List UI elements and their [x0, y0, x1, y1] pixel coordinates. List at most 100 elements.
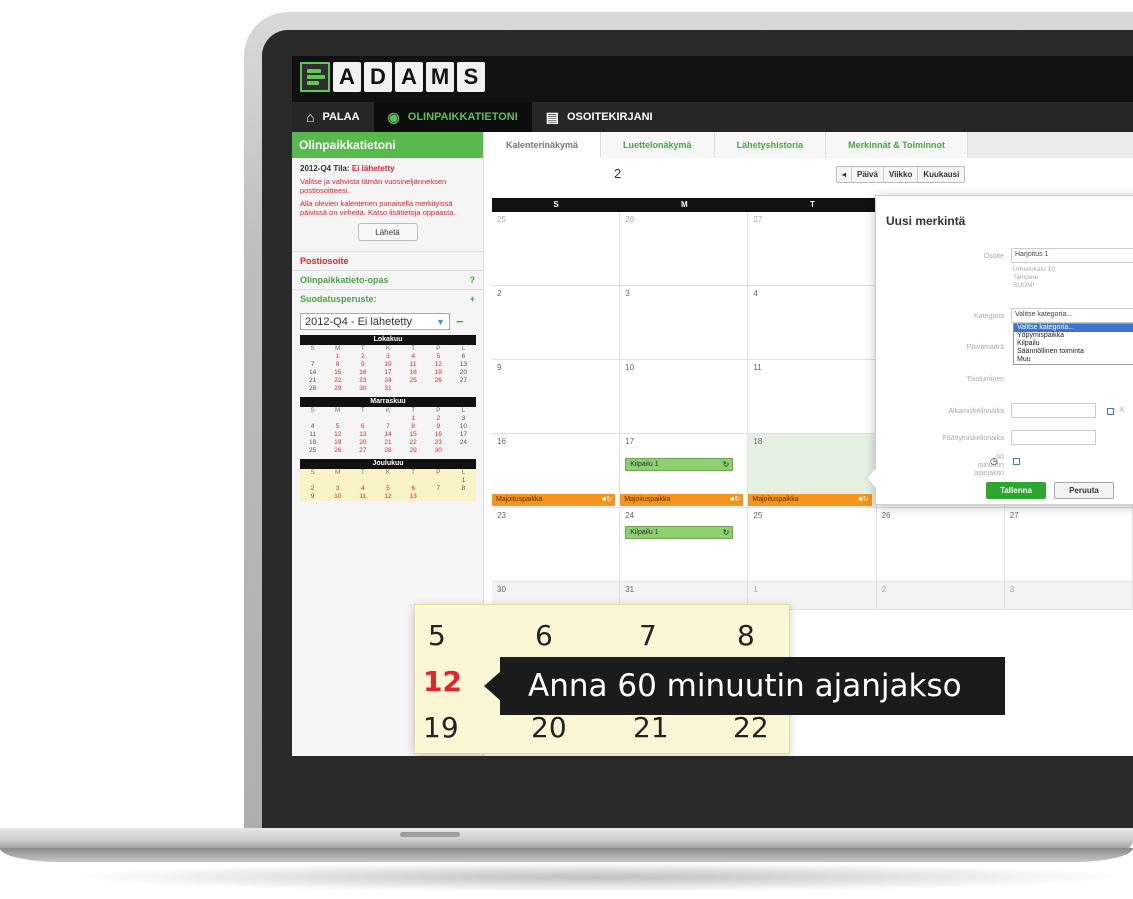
dropdown-option[interactable]: Valitse kategoria... — [1014, 324, 1133, 332]
mini-day[interactable]: 9 — [426, 423, 451, 431]
mini-day[interactable]: 27 — [451, 377, 476, 385]
refresh-icon[interactable]: ↻ — [723, 460, 730, 469]
mini-day[interactable]: 11 — [401, 361, 426, 369]
sidebar-item-postal-address[interactable]: Postiosoite — [292, 251, 483, 270]
mini-day[interactable]: 25 — [300, 447, 325, 455]
mini-day[interactable]: 1 — [401, 415, 426, 423]
mini-day[interactable]: 7 — [426, 485, 451, 493]
calendar-day-cell[interactable]: 16 Majoituspaikka ■↻ — [492, 434, 621, 507]
minus-icon[interactable]: − — [456, 314, 464, 329]
mini-day[interactable]: 11 — [350, 493, 375, 501]
mini-day[interactable]: 17 — [451, 431, 476, 439]
mini-day[interactable]: 4 — [350, 485, 375, 493]
end-time-field[interactable] — [1011, 430, 1096, 445]
competition-event[interactable]: Kilpailu 1 ↻ — [625, 458, 734, 471]
calendar-day-cell[interactable]: 27 — [748, 212, 877, 285]
mini-day[interactable]: 12 — [325, 431, 350, 439]
mini-day[interactable]: 6 — [451, 353, 476, 361]
sixty-minute-checkbox[interactable] — [1013, 458, 1020, 465]
mini-day[interactable]: 1 — [451, 477, 476, 485]
mini-day[interactable]: 19 — [325, 439, 350, 447]
mini-day[interactable]: 6 — [350, 423, 375, 431]
nav-item-palaa[interactable]: ⌂ PALAA — [292, 102, 374, 132]
mini-day[interactable]: 18 — [300, 439, 325, 447]
calendar-day-cell[interactable]: 11 — [748, 360, 877, 433]
mini-day[interactable]: 14 — [300, 369, 325, 377]
mini-day[interactable]: 13 — [350, 431, 375, 439]
mini-day[interactable]: 21 — [375, 439, 400, 447]
accommodation-event[interactable]: Majoituspaikka ■↻ — [492, 494, 616, 506]
mini-day[interactable]: 30 — [350, 385, 375, 393]
address-field[interactable]: Harjoitus 1 — [1011, 248, 1133, 263]
bed-refresh-icon[interactable]: ■↻ — [730, 495, 740, 503]
mini-day[interactable]: 7 — [375, 423, 400, 431]
mini-day[interactable]: 18 — [401, 369, 426, 377]
mini-day[interactable]: 25 — [401, 377, 426, 385]
mini-day[interactable]: 17 — [375, 369, 400, 377]
dropdown-option[interactable]: Kilpailu — [1014, 340, 1133, 348]
calendar-day-cell[interactable]: 26 — [620, 212, 749, 285]
mini-day[interactable]: 2 — [300, 485, 325, 493]
calendar-day-cell[interactable]: 23 — [492, 508, 621, 581]
accommodation-event[interactable]: Majoituspaikka ■↻ — [620, 494, 744, 506]
competition-event[interactable]: Kilpailu 1 ↻ — [625, 526, 734, 539]
send-button[interactable]: Lähetä — [357, 223, 418, 241]
mini-day[interactable]: 4 — [401, 353, 426, 361]
mini-day[interactable]: 31 — [375, 385, 400, 393]
mini-day[interactable]: 21 — [300, 377, 325, 385]
mini-day[interactable]: 9 — [300, 493, 325, 501]
calendar-day-cell[interactable]: 25 — [492, 212, 621, 285]
mini-day[interactable]: 10 — [375, 361, 400, 369]
mini-day[interactable]: 24 — [375, 377, 400, 385]
mini-day[interactable]: 3 — [375, 353, 400, 361]
allday-checkbox[interactable] — [1107, 408, 1114, 415]
mini-day[interactable]: 15 — [325, 369, 350, 377]
mini-day[interactable]: 22 — [325, 377, 350, 385]
calendar-day-cell[interactable]: 9 — [492, 360, 621, 433]
calendar-day-cell[interactable]: 18 Majoituspaikka ■↻ — [748, 434, 877, 507]
mini-day[interactable]: 28 — [375, 447, 400, 455]
filter-select[interactable]: 2012-Q4 - Ei lähetetty ▼ — [300, 313, 450, 330]
mini-day[interactable]: 26 — [426, 377, 451, 385]
mini-day[interactable]: 8 — [401, 423, 426, 431]
mini-day[interactable]: 14 — [375, 431, 400, 439]
month-view-button[interactable]: Kuukausi — [918, 167, 964, 182]
mini-day[interactable]: 15 — [401, 431, 426, 439]
calendar-day-cell[interactable]: 3 — [620, 286, 749, 359]
mini-day[interactable]: 23 — [350, 377, 375, 385]
mini-day[interactable]: 12 — [375, 493, 400, 501]
mini-day[interactable]: 19 — [426, 369, 451, 377]
week-view-button[interactable]: Viikko — [884, 167, 919, 182]
calendar-day-cell[interactable]: 10 — [620, 360, 749, 433]
cancel-button[interactable]: Peruuta — [1054, 482, 1114, 499]
mini-day[interactable]: 23 — [426, 439, 451, 447]
day-view-button[interactable]: Päivä — [852, 167, 884, 182]
tab-send-history[interactable]: Lähetyshistoria — [714, 132, 827, 158]
tab-entries-actions[interactable]: Merkinnät & Toiminnot — [826, 132, 968, 158]
sidebar-item-filter[interactable]: Suodatusperuste: + — [292, 289, 483, 308]
mini-day[interactable]: 6 — [401, 485, 426, 493]
dropdown-option[interactable]: Muu — [1014, 356, 1133, 364]
mini-day[interactable]: 4 — [300, 423, 325, 431]
calendar-day-cell[interactable]: 27 — [1005, 508, 1133, 581]
tab-list-view[interactable]: Luettelonäkymä — [601, 132, 715, 158]
start-time-field[interactable] — [1011, 403, 1096, 418]
mini-day[interactable]: 30 — [426, 447, 451, 455]
mini-day[interactable]: 5 — [375, 485, 400, 493]
mini-day[interactable]: 8 — [325, 361, 350, 369]
mini-day[interactable]: 3 — [451, 415, 476, 423]
mini-day[interactable]: 22 — [401, 439, 426, 447]
refresh-icon[interactable]: ↻ — [723, 528, 730, 537]
category-select[interactable]: Valitse kategoria... — [1011, 308, 1133, 323]
mini-day[interactable]: 24 — [451, 439, 476, 447]
mini-day[interactable]: 28 — [300, 385, 325, 393]
mini-day[interactable]: 12 — [426, 361, 451, 369]
nav-item-osoitekirjani[interactable]: ▤ OSOITEKIRJANI — [532, 102, 667, 132]
mini-day[interactable]: 13 — [401, 493, 426, 501]
prev-icon[interactable]: ◂ — [837, 167, 853, 182]
mini-day[interactable]: 10 — [451, 423, 476, 431]
calendar-day-cell[interactable]: 17 Kilpailu 1 ↻ Majoituspaikka ■↻ — [620, 434, 749, 507]
mini-day[interactable]: 26 — [325, 447, 350, 455]
mini-day[interactable]: 16 — [426, 431, 451, 439]
mini-day[interactable]: 5 — [325, 423, 350, 431]
